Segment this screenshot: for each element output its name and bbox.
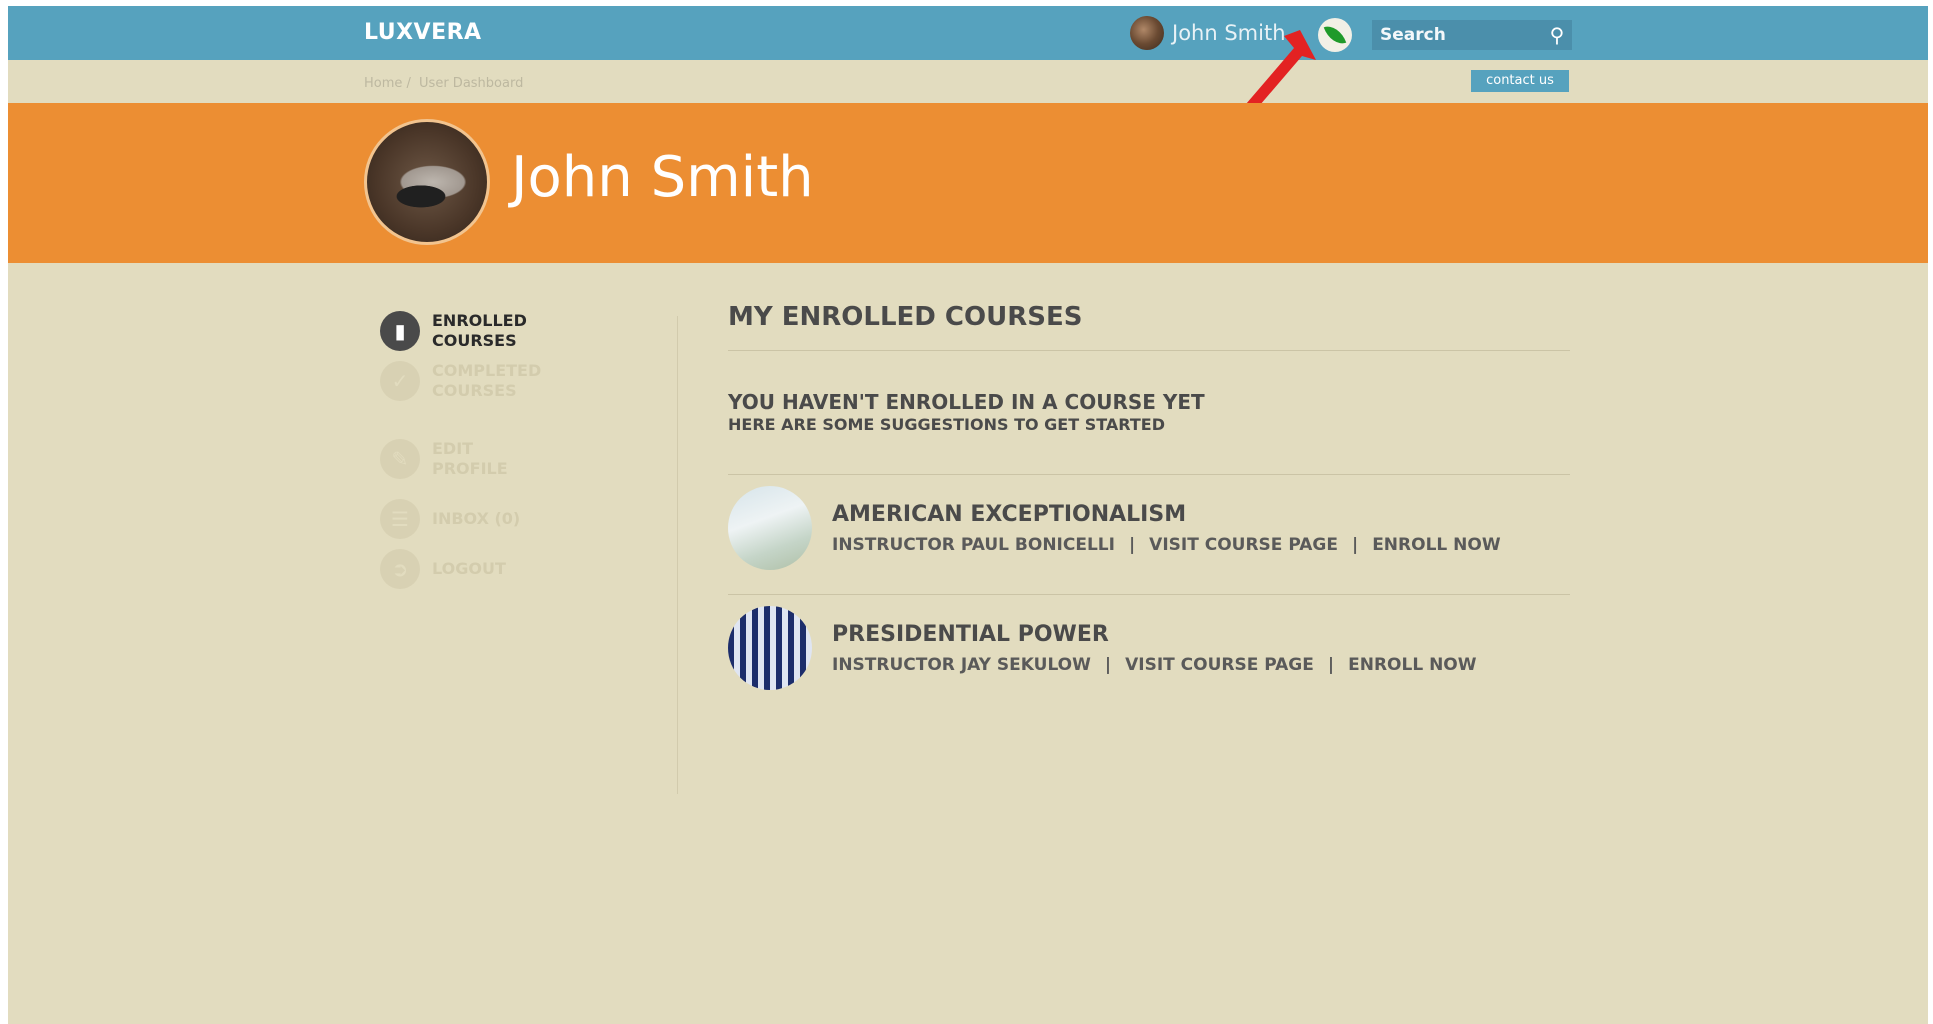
visit-course-link[interactable]: VISIT COURSE PAGE bbox=[1149, 535, 1338, 555]
leaf-icon bbox=[1323, 21, 1347, 49]
course-title[interactable]: PRESIDENTIAL POWER bbox=[832, 622, 1109, 647]
top-nav-bar: LUXVERA John Smith Search ⚲ bbox=[8, 6, 1928, 60]
user-avatar-small[interactable] bbox=[1130, 16, 1164, 50]
profile-avatar[interactable] bbox=[364, 119, 490, 245]
link-separator: | bbox=[1327, 655, 1335, 675]
link-separator: | bbox=[1104, 655, 1112, 675]
page-title: MY ENROLLED COURSES bbox=[728, 302, 1083, 332]
search-icon[interactable]: ⚲ bbox=[1542, 20, 1572, 50]
sidebar-item-edit-profile[interactable]: ✎ Edit Profile bbox=[380, 439, 552, 479]
breadcrumb-home[interactable]: Home / bbox=[364, 76, 411, 91]
sidebar-item-inbox[interactable]: ☰ Inbox (0) bbox=[380, 499, 552, 539]
sidebar-item-label: Enrolled Courses bbox=[432, 311, 527, 350]
link-separator: | bbox=[1351, 535, 1359, 555]
link-separator: | bbox=[1128, 535, 1136, 555]
sidebar-item-label: Logout bbox=[432, 559, 506, 578]
profile-name: John Smith bbox=[511, 145, 814, 210]
inbox-icon: ☰ bbox=[380, 499, 420, 539]
visit-course-link[interactable]: VISIT COURSE PAGE bbox=[1125, 655, 1314, 675]
title-divider bbox=[728, 350, 1570, 351]
enroll-now-link[interactable]: ENROLL NOW bbox=[1348, 655, 1476, 675]
enroll-now-link[interactable]: ENROLL NOW bbox=[1372, 535, 1500, 555]
profile-banner: John Smith bbox=[8, 103, 1928, 263]
sidebar-item-completed-courses[interactable]: ✓ Completed Courses bbox=[380, 361, 552, 401]
red-arrow-annotation bbox=[1246, 30, 1316, 112]
page-frame: LUXVERA John Smith Search ⚲ Home / User … bbox=[8, 6, 1928, 1024]
sidebar-item-enrolled-courses[interactable]: ▮ Enrolled Courses bbox=[380, 311, 552, 351]
no-courses-notice: YOU HAVEN'T ENROLLED IN A COURSE YET bbox=[728, 390, 1205, 414]
sidebar-divider bbox=[677, 316, 678, 794]
sidebar-item-logout[interactable]: ➲ Logout bbox=[380, 549, 552, 589]
course-item: AMERICAN EXCEPTIONALISM INSTRUCTOR PAUL … bbox=[728, 486, 1570, 578]
search-input[interactable]: Search ⚲ bbox=[1372, 20, 1572, 50]
course-links: INSTRUCTOR PAUL BONICELLI | VISIT COURSE P… bbox=[832, 535, 1501, 555]
instructor-link[interactable]: INSTRUCTOR JAY SEKULOW bbox=[832, 655, 1091, 675]
breadcrumb-current: User Dashboard bbox=[419, 76, 524, 91]
breadcrumb-row: Home / User Dashboard bbox=[8, 60, 1928, 102]
site-logo[interactable]: LUXVERA bbox=[364, 20, 482, 45]
course-thumbnail[interactable] bbox=[728, 606, 812, 690]
course-title[interactable]: AMERICAN EXCEPTIONALISM bbox=[832, 502, 1186, 527]
search-placeholder: Search bbox=[1380, 25, 1446, 45]
notice-divider bbox=[728, 474, 1570, 475]
logout-icon: ➲ bbox=[380, 549, 420, 589]
breadcrumb: Home / User Dashboard bbox=[364, 76, 527, 91]
sidebar-item-label: Completed Courses bbox=[432, 361, 542, 400]
course-links: INSTRUCTOR JAY SEKULOW | VISIT COURSE PAGE… bbox=[832, 655, 1477, 675]
sidebar-item-label: Edit Profile bbox=[432, 439, 508, 478]
check-circle-icon: ✓ bbox=[380, 361, 420, 401]
course-thumbnail[interactable] bbox=[728, 486, 812, 570]
suggestions-subtitle: HERE ARE SOME SUGGESTIONS TO GET STARTED bbox=[728, 415, 1166, 434]
course-divider bbox=[728, 594, 1570, 595]
sidebar-item-label: Inbox (0) bbox=[432, 509, 521, 528]
course-item: PRESIDENTIAL POWER INSTRUCTOR JAY SEKULO… bbox=[728, 606, 1570, 698]
instructor-link[interactable]: INSTRUCTOR PAUL BONICELLI bbox=[832, 535, 1115, 555]
edit-icon: ✎ bbox=[380, 439, 420, 479]
book-icon: ▮ bbox=[380, 311, 420, 351]
contact-us-button[interactable]: contact us bbox=[1471, 70, 1569, 92]
